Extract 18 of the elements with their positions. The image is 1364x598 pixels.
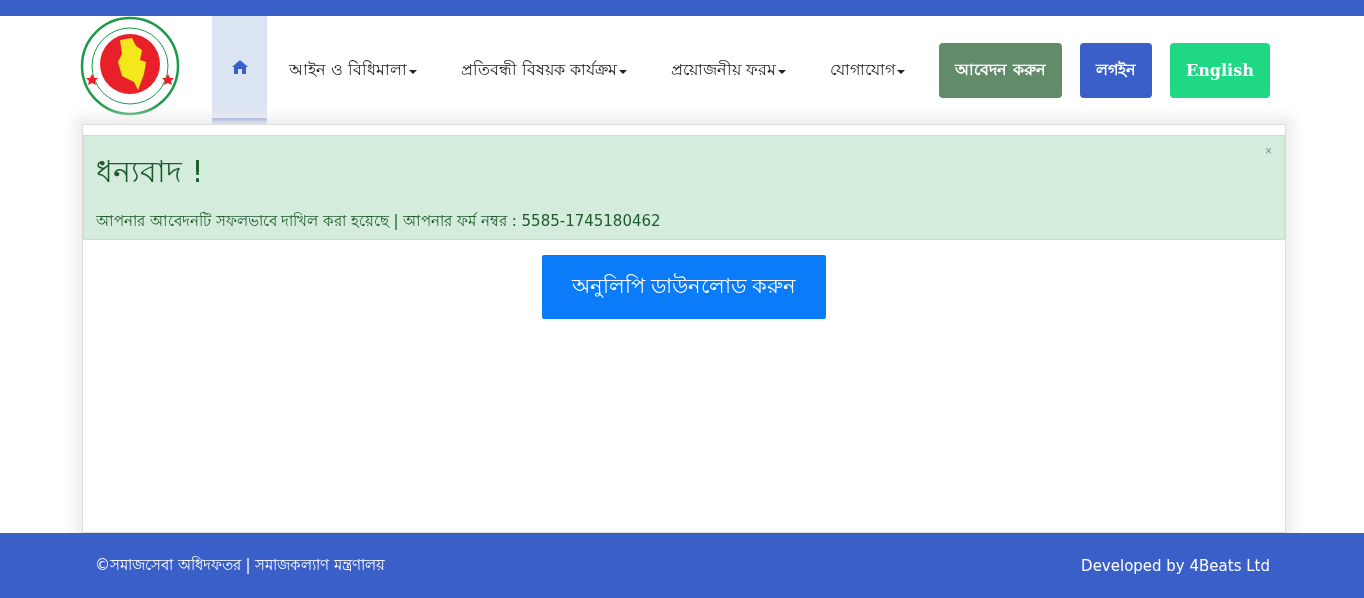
download-button[interactable]: অনুলিপি ডাউনলোড করুন <box>542 255 826 319</box>
caret-icon <box>409 70 418 74</box>
caret-icon <box>897 70 906 74</box>
alert-message: আপনার আবেদনটি সফলভাবে দাখিল করা হয়েছে | আপনার ফর্ম নম্বর : 5585-1745180462 <box>96 211 662 232</box>
nav-menu-item[interactable]: প্রতিবন্ধী বিষয়ক কার্যক্রম <box>449 56 640 84</box>
alert-title: ধন্যবাদ ! <box>96 153 204 191</box>
caret-icon <box>619 70 628 74</box>
nav-menu-item[interactable]: প্রয়োজনীয় ফরম <box>659 56 799 84</box>
home-tab[interactable] <box>212 16 267 124</box>
copyright-text: ©সমাজসেবা অধিদফতর | সমাজকল্যাণ মন্ত্রণালয় <box>95 555 386 576</box>
caret-icon <box>778 70 787 74</box>
header-button[interactable]: আবেদন করুন <box>939 42 1062 98</box>
header-button[interactable]: লগইন <box>1080 42 1152 98</box>
nav-menu-item[interactable]: আইন ও বিধিমালা <box>277 56 430 84</box>
home-icon <box>231 60 248 74</box>
nav-menu-item[interactable]: যোগাযোগ <box>818 56 918 84</box>
close-button[interactable]: × <box>1265 144 1272 158</box>
developer-credit: Developed by 4Beats Ltd <box>1081 556 1270 575</box>
